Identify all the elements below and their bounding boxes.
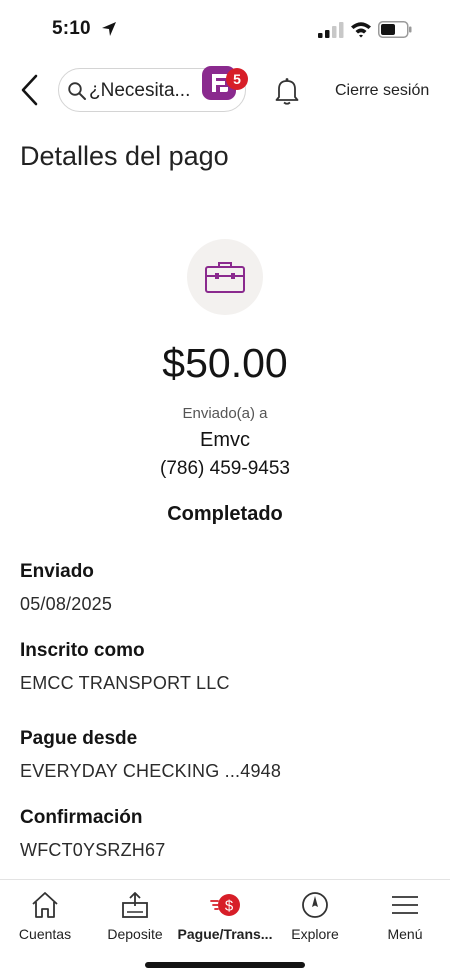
pay-from-label: Pague desde xyxy=(20,728,138,749)
home-icon xyxy=(32,892,58,918)
payment-type-badge xyxy=(187,239,263,315)
nav-accounts[interactable]: Cuentas xyxy=(0,886,90,946)
recipient-phone: (786) 459-9453 xyxy=(160,458,290,479)
confirmation-label: Confirmación xyxy=(20,807,143,828)
enrolled-as-value: EMCC TRANSPORT LLC xyxy=(20,673,230,693)
notification-badge: 5 xyxy=(226,68,248,90)
confirmation-value: WFCT0YSRZH67 xyxy=(20,840,166,860)
cellular-signal-icon xyxy=(318,22,344,38)
payment-amount: $50.00 xyxy=(162,340,288,386)
status-time: 5:10 xyxy=(52,18,91,39)
sent-date-label: Enviado xyxy=(20,561,94,582)
briefcase-icon xyxy=(205,262,245,293)
svg-text:$: $ xyxy=(225,898,234,915)
bell-icon[interactable] xyxy=(274,76,300,106)
logout-link[interactable]: Cierre sesión xyxy=(335,82,429,100)
sent-to-label: Enviado(a) a xyxy=(182,405,268,422)
battery-icon xyxy=(378,21,412,38)
home-indicator xyxy=(145,962,305,968)
nav-explore[interactable]: Explore xyxy=(270,886,360,946)
wifi-icon xyxy=(351,22,371,38)
hamburger-menu-icon xyxy=(392,896,418,914)
recipient-name: Emvc xyxy=(200,429,250,451)
nav-menu[interactable]: Menú xyxy=(360,886,450,946)
compass-icon xyxy=(302,892,328,918)
pay-transfer-icon: $ xyxy=(210,894,240,916)
search-placeholder: ¿Necesita... xyxy=(89,80,191,101)
nav-deposit[interactable]: Deposite xyxy=(90,886,180,946)
nav-pay-transfer[interactable]: $ Pague/Trans... xyxy=(178,886,272,946)
status-bar: 5:10 xyxy=(0,0,450,58)
sent-date-value: 05/08/2025 xyxy=(20,594,113,614)
deposit-icon xyxy=(122,892,148,918)
back-chevron-icon[interactable] xyxy=(16,72,44,108)
pay-from-value: EVERYDAY CHECKING ...4948 xyxy=(20,761,282,781)
location-arrow-icon xyxy=(102,22,116,36)
page-title: Detalles del pago xyxy=(20,141,229,171)
payment-status: Completado xyxy=(167,503,283,525)
nav-menu-label: Menú xyxy=(387,926,423,942)
search-icon xyxy=(68,82,86,100)
enrolled-as-label: Inscrito como xyxy=(20,640,145,661)
top-header: ¿Necesita... 5 Cierre sesión xyxy=(0,58,450,124)
